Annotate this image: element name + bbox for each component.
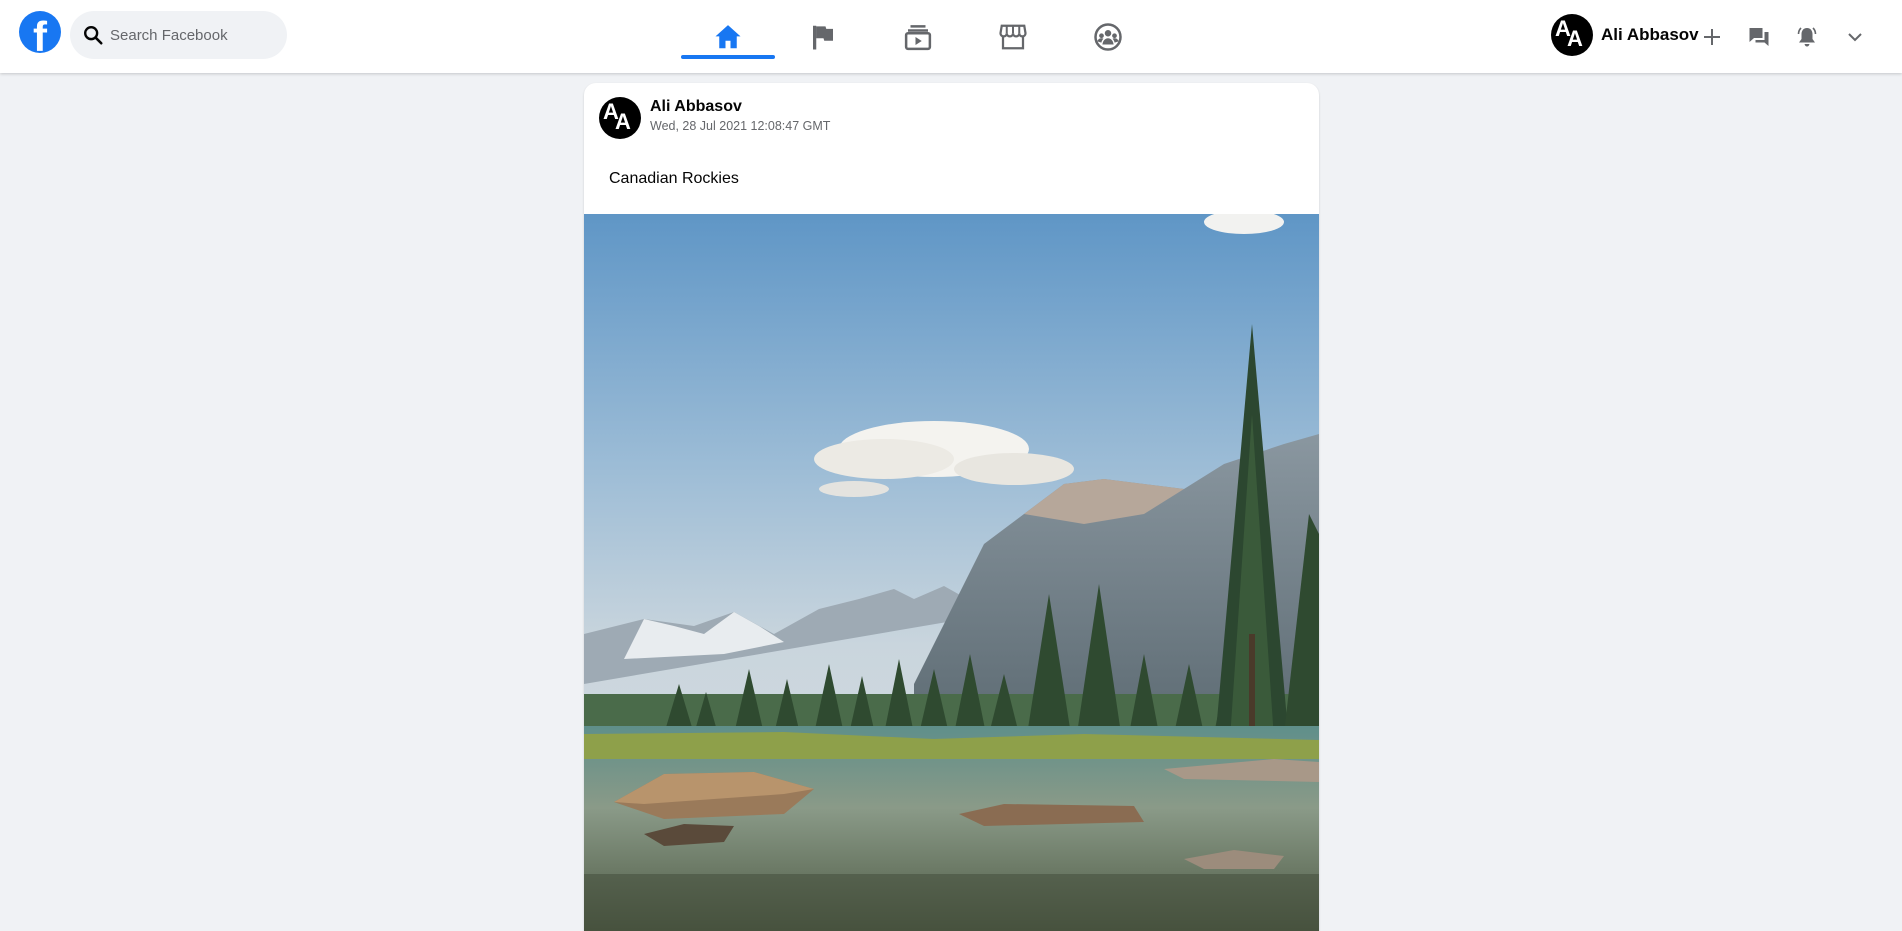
- create-button[interactable]: [1695, 20, 1729, 54]
- profile-name: Ali Abbasov: [1601, 25, 1699, 44]
- tab-home[interactable]: [680, 0, 775, 73]
- avatar-initial: A: [1567, 26, 1583, 51]
- post-header: A A Ali Abbasov Wed, 28 Jul 2021 12:08:4…: [599, 97, 830, 139]
- plus-icon: [1704, 29, 1720, 45]
- avatar-initial: A: [615, 109, 631, 134]
- messenger-button[interactable]: [1742, 20, 1776, 54]
- post-timestamp[interactable]: Wed, 28 Jul 2021 12:08:47 GMT: [650, 118, 830, 134]
- flag-icon: [812, 25, 833, 49]
- search-icon: [84, 26, 103, 45]
- profile-link[interactable]: A A Ali Abbasov: [1551, 14, 1699, 56]
- feed-post: A A Ali Abbasov Wed, 28 Jul 2021 12:08:4…: [584, 83, 1319, 931]
- messenger-icon: [1749, 28, 1769, 46]
- notifications-button[interactable]: [1790, 20, 1824, 54]
- post-text: Canadian Rockies: [609, 170, 739, 187]
- top-navigation-bar: f Search Facebook A A Ali Abbasov: [0, 0, 1902, 73]
- post-author[interactable]: Ali Abbasov: [650, 97, 830, 117]
- home-icon: [715, 24, 740, 48]
- account-nav: A A Ali Abbasov: [1542, 0, 1902, 73]
- store-icon: [998, 24, 1027, 49]
- avatar: A A: [1551, 14, 1593, 56]
- post-avatar[interactable]: A A: [599, 97, 641, 139]
- chevron-down-icon: [1848, 33, 1862, 42]
- facebook-logo[interactable]: f: [19, 11, 61, 53]
- facebook-logo-letter: f: [33, 13, 47, 53]
- account-menu-button[interactable]: [1838, 20, 1872, 54]
- tab-groups[interactable]: [1060, 0, 1155, 73]
- search-box[interactable]: [70, 11, 287, 59]
- tab-marketplace[interactable]: [965, 0, 1060, 73]
- post-photo[interactable]: [584, 214, 1319, 931]
- tab-watch[interactable]: [870, 0, 965, 73]
- post-meta: Ali Abbasov Wed, 28 Jul 2021 12:08:47 GM…: [650, 97, 830, 134]
- video-icon: [904, 24, 931, 50]
- main-tabs: [680, 0, 1155, 73]
- search-input[interactable]: [110, 26, 280, 44]
- notifications-icon: [1797, 27, 1817, 47]
- tab-pages[interactable]: [775, 0, 870, 73]
- groups-icon: [1093, 22, 1122, 51]
